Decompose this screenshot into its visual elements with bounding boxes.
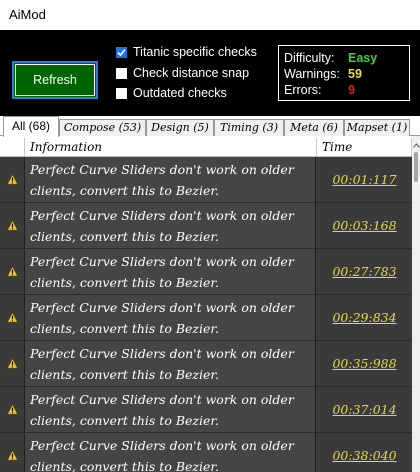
information-line-1: Perfect Curve Sliders don't work on olde… (30, 346, 294, 361)
warnings-label: Warnings: (284, 67, 340, 81)
time-link[interactable]: 00:27:783 (332, 264, 396, 279)
information-line-2: clients, convert this to Bezier. (30, 459, 219, 472)
time-cell: 00:01:117 (317, 157, 412, 202)
information-cell: Perfect Curve Sliders don't work on olde… (25, 387, 316, 432)
time-cell: 00:38:040 (317, 433, 412, 472)
warning-icon (6, 358, 18, 369)
warning-icon (6, 404, 18, 415)
difficulty-row: Difficulty: Easy (284, 50, 409, 66)
information-line-1: Perfect Curve Sliders don't work on olde… (30, 392, 294, 407)
tab-mapset[interactable]: Mapset (1) (344, 119, 410, 136)
table-row[interactable]: Perfect Curve Sliders don't work on olde… (0, 341, 412, 387)
time-cell: 00:37:014 (317, 387, 412, 432)
information-column-header[interactable]: Information (25, 138, 317, 156)
information-cell: Perfect Curve Sliders don't work on olde… (25, 157, 316, 202)
checkmark-icon (117, 48, 126, 56)
information-line-2: clients, convert this to Bezier. (30, 413, 219, 428)
errors-value: 9 (348, 83, 355, 97)
severity-cell (0, 203, 25, 248)
tab-timing[interactable]: Timing (3) (214, 119, 284, 136)
titanic-checks-label: Titanic specific checks (133, 45, 257, 59)
information-line-1: Perfect Curve Sliders don't work on olde… (30, 300, 294, 315)
difficulty-value: Easy (348, 51, 378, 65)
issues-table: Information Time Perfect Curve Sliders d… (0, 136, 420, 472)
information-cell: Perfect Curve Sliders don't work on olde… (25, 295, 316, 340)
table-row[interactable]: Perfect Curve Sliders don't work on olde… (0, 203, 412, 249)
tab-meta[interactable]: Meta (6) (284, 119, 344, 136)
information-line-1: Perfect Curve Sliders don't work on olde… (30, 162, 294, 177)
information-cell: Perfect Curve Sliders don't work on olde… (25, 433, 316, 472)
time-column-header[interactable]: Time (317, 138, 412, 156)
time-link[interactable]: 00:37:014 (332, 402, 396, 417)
severity-column-header[interactable] (0, 138, 25, 156)
tab-design[interactable]: Design (5) (146, 119, 214, 136)
scrollbar-thumb[interactable] (414, 152, 418, 182)
time-link[interactable]: 00:03:168 (332, 218, 396, 233)
table-body: Perfect Curve Sliders don't work on olde… (0, 157, 412, 472)
warning-icon (6, 312, 18, 323)
severity-cell (0, 341, 25, 386)
warning-icon (6, 266, 18, 277)
vertical-scrollbar[interactable] (412, 136, 420, 472)
information-line-2: clients, convert this to Bezier. (30, 229, 219, 244)
information-cell: Perfect Curve Sliders don't work on olde… (25, 249, 316, 294)
outdated-checks-option[interactable]: Outdated checks (116, 84, 227, 102)
scroll-up-arrow-icon[interactable] (412, 138, 420, 152)
time-link[interactable]: 00:01:117 (332, 172, 396, 187)
table-row[interactable]: Perfect Curve Sliders don't work on olde… (0, 295, 412, 341)
table-row[interactable]: Perfect Curve Sliders don't work on olde… (0, 157, 412, 203)
window-title: AiMod (9, 7, 46, 22)
distance-snap-label: Check distance snap (133, 66, 250, 80)
information-line-2: clients, convert this to Bezier. (30, 275, 219, 290)
warning-icon (6, 174, 18, 185)
information-line-2: clients, convert this to Bezier. (30, 183, 219, 198)
distance-snap-checkbox[interactable] (116, 67, 127, 79)
time-link[interactable]: 00:29:834 (332, 310, 396, 325)
severity-cell (0, 157, 25, 202)
titanic-checks-checkbox[interactable] (116, 46, 127, 58)
outdated-checks-label: Outdated checks (133, 86, 227, 100)
table-header: Information Time (0, 138, 412, 157)
stats-panel: Difficulty: Easy Warnings: 59 Errors: 9 (278, 45, 410, 101)
time-link[interactable]: 00:38:040 (332, 448, 396, 463)
outdated-checks-checkbox[interactable] (116, 87, 127, 99)
information-cell: Perfect Curve Sliders don't work on olde… (25, 341, 316, 386)
severity-cell (0, 433, 25, 472)
warning-icon (6, 450, 18, 461)
toolbar: Refresh Titanic specific checks Check di… (0, 30, 420, 116)
severity-cell (0, 295, 25, 340)
severity-cell (0, 249, 25, 294)
warnings-value: 59 (348, 67, 362, 81)
information-line-1: Perfect Curve Sliders don't work on olde… (30, 438, 294, 453)
warnings-row: Warnings: 59 (284, 66, 409, 82)
warning-icon (6, 220, 18, 231)
information-line-1: Perfect Curve Sliders don't work on olde… (30, 208, 294, 223)
information-line-1: Perfect Curve Sliders don't work on olde… (30, 254, 294, 269)
window-title-bar: AiMod (0, 0, 420, 30)
table-row[interactable]: Perfect Curve Sliders don't work on olde… (0, 433, 412, 472)
tab-compose[interactable]: Compose (53) (59, 119, 146, 136)
time-cell: 00:35:988 (317, 341, 412, 386)
time-link[interactable]: 00:35:988 (332, 356, 396, 371)
information-line-2: clients, convert this to Bezier. (30, 367, 219, 382)
refresh-button[interactable]: Refresh (12, 61, 98, 99)
severity-cell (0, 387, 25, 432)
information-cell: Perfect Curve Sliders don't work on olde… (25, 203, 316, 248)
errors-label: Errors: (284, 83, 322, 97)
category-tabs: All (68) Compose (53) Design (5) Timing … (0, 116, 420, 137)
time-cell: 00:29:834 (317, 295, 412, 340)
table-row[interactable]: Perfect Curve Sliders don't work on olde… (0, 249, 412, 295)
titanic-checks-option[interactable]: Titanic specific checks (116, 43, 257, 61)
distance-snap-option[interactable]: Check distance snap (116, 64, 249, 82)
table-row[interactable]: Perfect Curve Sliders don't work on olde… (0, 387, 412, 433)
time-cell: 00:03:168 (317, 203, 412, 248)
tab-all[interactable]: All (68) (3, 116, 59, 137)
information-line-2: clients, convert this to Bezier. (30, 321, 219, 336)
errors-row: Errors: 9 (284, 82, 409, 98)
difficulty-label: Difficulty: (284, 51, 335, 65)
time-cell: 00:27:783 (317, 249, 412, 294)
